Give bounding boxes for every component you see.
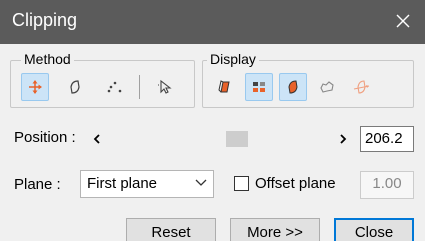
position-label-text: Position : [14,129,76,146]
chevron-right-icon [340,134,347,144]
display-grid-button[interactable] [245,73,273,101]
position-label: Position : [14,129,76,146]
window-title: Clipping [12,10,78,30]
position-scroll-right[interactable] [334,128,352,150]
display-legend: Display [207,51,259,67]
position-value-input[interactable]: 206.2 [360,126,414,152]
method-free-plane-button[interactable] [61,73,89,101]
reset-button[interactable]: Reset [126,218,216,241]
display-solid-button[interactable] [211,73,239,101]
method-legend: Method [21,51,74,67]
chevron-down-icon [195,179,207,186]
method-separator [139,75,140,99]
plane-select[interactable]: First plane [80,170,214,198]
dialog-body: Method Display Position: 206.2 Plane: … [0,44,425,241]
points-icon [107,81,122,93]
offset-value-input: 1.00 [360,171,414,199]
position-slider-track[interactable] [108,128,332,150]
title-bar: Clipping [0,0,425,44]
free-plane-icon [70,80,80,94]
move-plane-icon [29,80,42,94]
close-icon [396,14,410,28]
close-window-button[interactable] [389,7,417,35]
close-button[interactable]: Close [334,218,414,241]
plane-selected-value: First plane [87,175,158,192]
method-points-button[interactable] [101,73,129,101]
contour-icon [320,81,334,93]
method-pick-button[interactable] [151,73,179,101]
position-scroll-left[interactable] [88,128,106,150]
more-button[interactable]: More >> [230,218,320,241]
pick-pointer-icon [158,79,172,94]
display-normal-button[interactable] [347,73,375,101]
display-contour-button[interactable] [313,73,341,101]
plane-normal-icon [353,80,370,94]
display-outline-button[interactable] [279,73,307,101]
offset-plane-label[interactable]: Offset plane [255,175,336,192]
plane-outline-icon [288,80,298,94]
position-slider-thumb[interactable] [226,131,248,147]
offset-plane-checkbox[interactable] [234,176,249,191]
display-group: Display [202,51,414,108]
method-move-button[interactable] [21,73,49,101]
method-group: Method [10,51,195,108]
grid-plane-icon [253,82,265,92]
plane-label: Plane : [14,176,61,193]
chevron-left-icon [93,134,100,144]
solid-cap-icon [218,80,230,93]
